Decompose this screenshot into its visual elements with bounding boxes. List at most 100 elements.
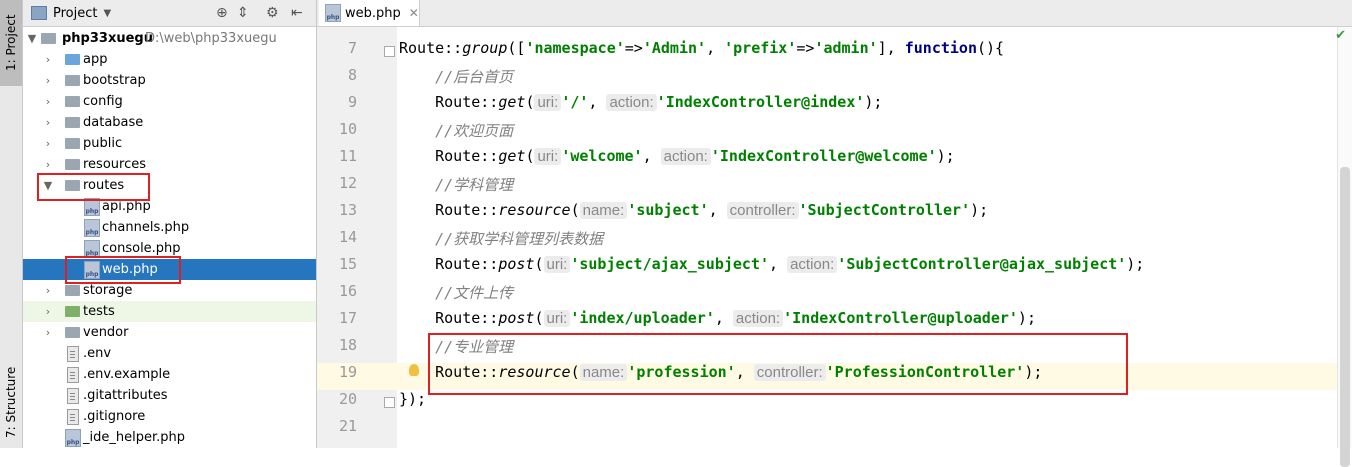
tree-item-label: config (83, 94, 123, 109)
tree-item-label: storage (83, 283, 133, 298)
chevron-right-icon[interactable]: › (43, 95, 53, 108)
tree-item-vendor[interactable]: › vendor (23, 322, 316, 343)
chevron-down-icon[interactable]: ▼ (27, 32, 37, 45)
line-number: 9 (347, 93, 357, 111)
code-line[interactable]: Route::post(uri:'subject/ajax_subject', … (397, 255, 1352, 282)
tree-item-resources[interactable]: › resources (23, 154, 316, 175)
php-file-icon: php (65, 429, 81, 447)
code-line[interactable] (397, 417, 1352, 444)
param-hint: uri: (534, 94, 562, 111)
collapse-icon[interactable]: ⇕ (237, 5, 249, 21)
code-line[interactable]: Route::get(uri: '/', action: 'IndexControl… (397, 93, 1352, 120)
code-line[interactable]: //文件上传 (397, 282, 1352, 309)
folder-icon (65, 96, 80, 107)
lightbulb-icon[interactable] (409, 364, 419, 376)
chevron-right-icon[interactable]: › (43, 158, 53, 171)
tree-item-label: console.php (102, 241, 181, 256)
code-line[interactable]: Route::group(['namespace'=>'Admin', 'pre… (397, 39, 1352, 66)
tree-item-bootstrap[interactable]: › bootstrap (23, 70, 316, 91)
hide-icon[interactable]: ⇤ (291, 5, 303, 21)
line-number: 14 (338, 228, 357, 246)
code-line[interactable]: //后台首页 (397, 66, 1352, 93)
project-tool-tab[interactable]: 1: Project (0, 0, 22, 86)
line-number: 11 (338, 147, 357, 165)
tree-item-config[interactable]: › config (23, 91, 316, 112)
folder-icon (65, 138, 80, 149)
line-number: 16 (338, 282, 357, 300)
chevron-down-icon[interactable]: ▼ (103, 8, 111, 19)
check-icon: ✔ (1335, 28, 1346, 43)
folder-icon (65, 75, 80, 86)
line-number: 13 (338, 201, 357, 219)
tree-item-ide-helper[interactable]: php _ide_helper.php (23, 427, 316, 448)
crosshair-icon[interactable]: ⊕ (216, 5, 228, 21)
chevron-right-icon[interactable]: › (43, 284, 53, 297)
line-number: 20 (338, 390, 357, 408)
line-number: 7 (347, 39, 357, 57)
chevron-right-icon[interactable]: › (43, 137, 53, 150)
gear-icon[interactable]: ⚙ (266, 5, 279, 21)
fold-marker-icon[interactable] (384, 397, 395, 408)
tree-item-channels-php[interactable]: php channels.php (23, 217, 316, 238)
folder-icon (65, 285, 80, 296)
code-line[interactable]: Route::post(uri:'index/uploader', action… (397, 309, 1352, 336)
line-number: 12 (338, 174, 357, 192)
highlight-box-profession-route (428, 333, 1128, 395)
chevron-right-icon[interactable]: › (43, 305, 53, 318)
code-line[interactable]: //学科管理 (397, 174, 1352, 201)
chevron-right-icon[interactable]: › (43, 116, 53, 129)
project-view-selector[interactable]: Project (53, 6, 97, 21)
tree-item-env-example[interactable]: .env.example (23, 364, 316, 385)
tree-item-label: database (83, 115, 144, 130)
line-number: 18 (338, 336, 357, 354)
chevron-right-icon[interactable]: › (43, 53, 53, 66)
param-hint: name: (579, 202, 628, 219)
tree-item-tests[interactable]: › tests (23, 301, 316, 322)
code-line[interactable]: //获取学科管理列表数据 (397, 228, 1352, 255)
tree-item-label: .gitignore (83, 409, 146, 424)
line-number: 10 (338, 120, 357, 138)
folder-icon (41, 33, 56, 44)
tree-item-gitattributes[interactable]: .gitattributes (23, 385, 316, 406)
php-file-icon: php (84, 219, 100, 237)
root-folder-name: php33xuegu (62, 31, 153, 46)
tree-item-label: app (83, 52, 108, 67)
tree-item-label: channels.php (102, 220, 190, 235)
chevron-right-icon[interactable]: › (43, 326, 53, 339)
tree-item-label: _ide_helper.php (83, 430, 185, 445)
scrollbar-thumb[interactable] (1340, 167, 1350, 467)
fold-marker-icon[interactable] (384, 46, 395, 57)
tree-item-public[interactable]: › public (23, 133, 316, 154)
tree-item-label: .env.example (83, 367, 171, 382)
tree-item-label: tests (83, 304, 115, 319)
tree-item-label: public (83, 136, 123, 151)
tree-item-database[interactable]: › database (23, 112, 316, 133)
tree-item-gitignore[interactable]: .gitignore (23, 406, 316, 427)
param-hint: action: (660, 148, 711, 165)
tree-root[interactable]: ▼ php33xuegu D:\web\php33xuegu (23, 28, 316, 49)
tree-item-env[interactable]: .env (23, 343, 316, 364)
highlight-box-routes (37, 173, 150, 201)
structure-tool-tab[interactable]: 7: Structure (0, 358, 22, 446)
tree-item-label: .env (83, 346, 112, 361)
line-number: 15 (338, 255, 357, 273)
tree-item-app[interactable]: › app (23, 49, 316, 70)
tab-web-php[interactable]: php web.php ✕ (319, 0, 420, 26)
code-line[interactable]: //欢迎页面 (397, 120, 1352, 147)
chevron-right-icon[interactable]: › (43, 74, 53, 87)
tree-item-label: bootstrap (83, 73, 146, 88)
editor-tab-bar: php web.php ✕ (317, 0, 1352, 27)
tool-window-strip: 1: Project 7: Structure (0, 0, 23, 448)
text-file-icon (67, 388, 79, 404)
param-hint: uri: (543, 256, 571, 273)
code-line[interactable]: Route::get(uri:'welcome', action: 'IndexC… (397, 147, 1352, 174)
text-file-icon (67, 409, 79, 425)
param-hint: uri: (534, 148, 562, 165)
code-line[interactable]: Route::resource(name:'subject', controll… (397, 201, 1352, 228)
param-hint: uri: (543, 310, 571, 327)
root-folder-path: D:\web\php33xuegu (145, 31, 277, 46)
line-number: 19 (338, 363, 357, 381)
close-icon[interactable]: ✕ (409, 6, 419, 20)
text-file-icon (67, 367, 79, 383)
vertical-scrollbar[interactable] (1337, 27, 1352, 467)
